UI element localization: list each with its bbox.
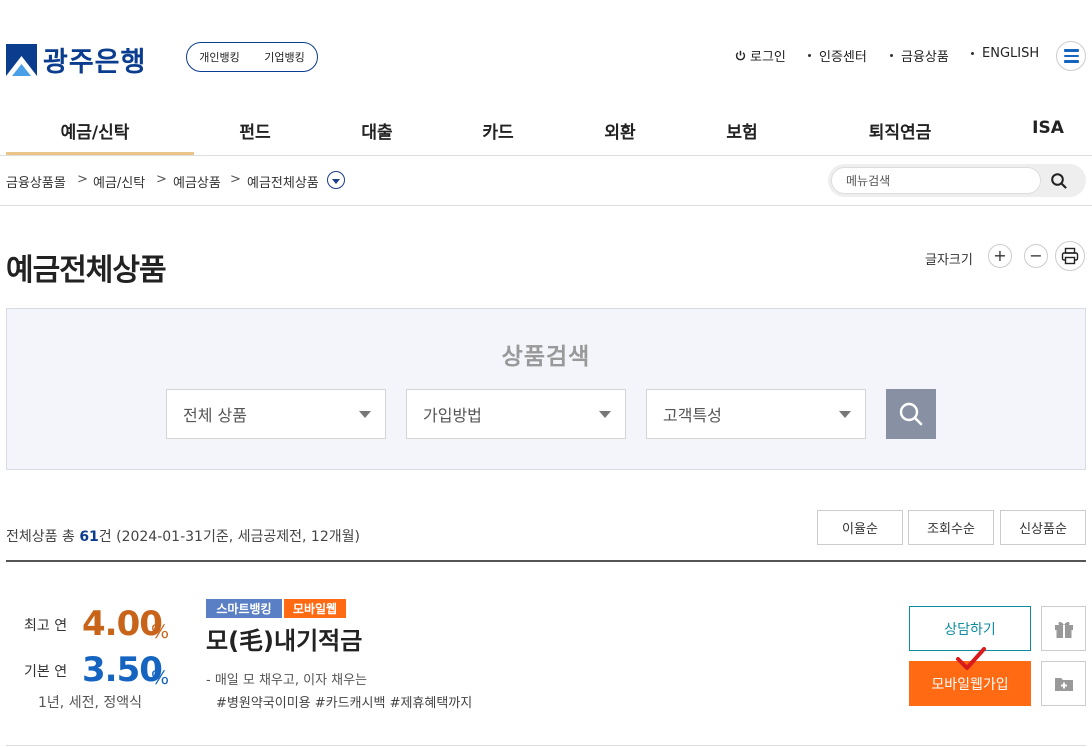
customer-type-select[interactable]: 고객특성 bbox=[646, 389, 866, 439]
gnb-loan[interactable]: 대출 bbox=[361, 118, 392, 143]
product-search-panel: 상품검색 전체 상품 가입방법 고객특성 bbox=[6, 308, 1086, 470]
caret-down-icon bbox=[599, 411, 611, 418]
gnb-insurance[interactable]: 보험 bbox=[726, 118, 757, 143]
gnb-active-indicator bbox=[6, 152, 194, 155]
search-icon bbox=[899, 402, 923, 426]
personal-banking-link[interactable]: 개인뱅킹 bbox=[199, 49, 239, 65]
gift-button[interactable] bbox=[1041, 606, 1086, 651]
login-link[interactable]: 로그인 bbox=[735, 46, 786, 65]
bank-logo[interactable]: 광주은행 bbox=[6, 40, 146, 79]
bullet bbox=[808, 54, 811, 57]
join-method-select[interactable]: 가입방법 bbox=[406, 389, 626, 439]
caret-down-icon bbox=[359, 411, 371, 418]
checkmark-icon bbox=[956, 647, 986, 670]
smart-banking-badge: 스마트뱅킹 bbox=[206, 599, 282, 618]
font-decrease-button[interactable]: − bbox=[1024, 244, 1048, 268]
chevron-right-icon: > bbox=[230, 172, 241, 187]
financial-products-link[interactable]: 금융상품 bbox=[890, 46, 949, 65]
gnb-forex[interactable]: 외환 bbox=[604, 118, 635, 143]
product-search-title: 상품검색 bbox=[501, 344, 591, 370]
cert-center-link[interactable]: 인증센터 bbox=[808, 46, 867, 65]
gift-icon bbox=[1054, 621, 1073, 638]
breadcrumb-item[interactable]: 금융상품몰 bbox=[6, 172, 66, 191]
sort-by-rate-button[interactable]: 이율순 bbox=[817, 510, 903, 545]
product-divider bbox=[6, 745, 1086, 746]
breadcrumb-dropdown-icon[interactable] bbox=[327, 171, 345, 189]
hamburger-menu-button[interactable] bbox=[1056, 41, 1086, 71]
breadcrumb-divider bbox=[0, 205, 1092, 206]
breadcrumb-item[interactable]: 예금/신탁 bbox=[93, 172, 145, 191]
max-rate-percent: % bbox=[151, 621, 170, 643]
gnb-divider bbox=[0, 155, 1092, 156]
product-description: - 매일 모 채우고, 이자 채우는 bbox=[206, 673, 368, 688]
font-increase-button[interactable]: + bbox=[988, 244, 1012, 268]
menu-search-input[interactable] bbox=[831, 167, 1041, 194]
product-type-select[interactable]: 전체 상품 bbox=[166, 389, 386, 439]
total-count: 61 bbox=[79, 529, 99, 545]
rate-conditions: 1년, 세전, 정액식 bbox=[38, 695, 142, 711]
product-search-button[interactable] bbox=[886, 389, 936, 439]
caret-down-icon bbox=[839, 411, 851, 418]
logo-mark-icon bbox=[6, 43, 37, 76]
menu-search bbox=[828, 164, 1086, 197]
bullet bbox=[971, 52, 974, 55]
search-icon[interactable] bbox=[1050, 172, 1068, 190]
gnb-deposit[interactable]: 예금/신탁 bbox=[61, 118, 130, 143]
gnb-isa[interactable]: ISA bbox=[1032, 118, 1064, 138]
power-icon bbox=[735, 50, 746, 61]
page-title: 예금전체상품 bbox=[6, 253, 167, 288]
product-name[interactable]: 모(毛)내기적금 bbox=[206, 621, 362, 656]
logo-text: 광주은행 bbox=[43, 47, 147, 78]
base-rate-label: 기본 연 bbox=[24, 664, 68, 680]
corporate-banking-link[interactable]: 기업뱅킹 bbox=[264, 49, 304, 65]
sort-by-new-button[interactable]: 신상품순 bbox=[1000, 510, 1086, 545]
gnb-card[interactable]: 카드 bbox=[482, 118, 513, 143]
total-count-text: 전체상품 총 61건 (2024-01-31기준, 세금공제전, 12개월) bbox=[6, 529, 360, 545]
mobile-web-badge: 모바일웹 bbox=[284, 599, 346, 618]
breadcrumb-item[interactable]: 예금상품 bbox=[173, 172, 221, 191]
list-divider bbox=[6, 560, 1086, 562]
printer-icon bbox=[1061, 247, 1079, 265]
font-size-label: 글자크기 bbox=[925, 253, 973, 268]
folder-plus-icon bbox=[1054, 677, 1073, 691]
bullet bbox=[890, 54, 893, 57]
product-tags: #병원약국이미용 #카드캐시백 #제휴혜택까지 bbox=[216, 696, 473, 711]
print-button[interactable] bbox=[1055, 241, 1085, 271]
base-rate-percent: % bbox=[151, 667, 170, 689]
base-rate-value: 3.50 bbox=[82, 650, 163, 690]
banking-toggle[interactable]: 개인뱅킹 기업뱅킹 bbox=[186, 42, 318, 72]
add-to-folder-button[interactable] bbox=[1041, 661, 1086, 706]
breadcrumb-current: 예금전체상품 bbox=[247, 176, 319, 191]
max-rate-value: 4.00 bbox=[82, 604, 163, 644]
gnb-fund[interactable]: 펀드 bbox=[239, 118, 270, 143]
hamburger-icon bbox=[1063, 49, 1079, 52]
max-rate-label: 최고 연 bbox=[24, 618, 68, 634]
gnb-pension[interactable]: 퇴직연금 bbox=[869, 118, 932, 143]
consult-button[interactable]: 상담하기 bbox=[909, 606, 1031, 651]
sort-by-views-button[interactable]: 조회수순 bbox=[908, 510, 994, 545]
chevron-right-icon: > bbox=[156, 172, 167, 187]
english-link[interactable]: ENGLISH bbox=[971, 46, 1039, 61]
chevron-right-icon: > bbox=[77, 172, 88, 187]
